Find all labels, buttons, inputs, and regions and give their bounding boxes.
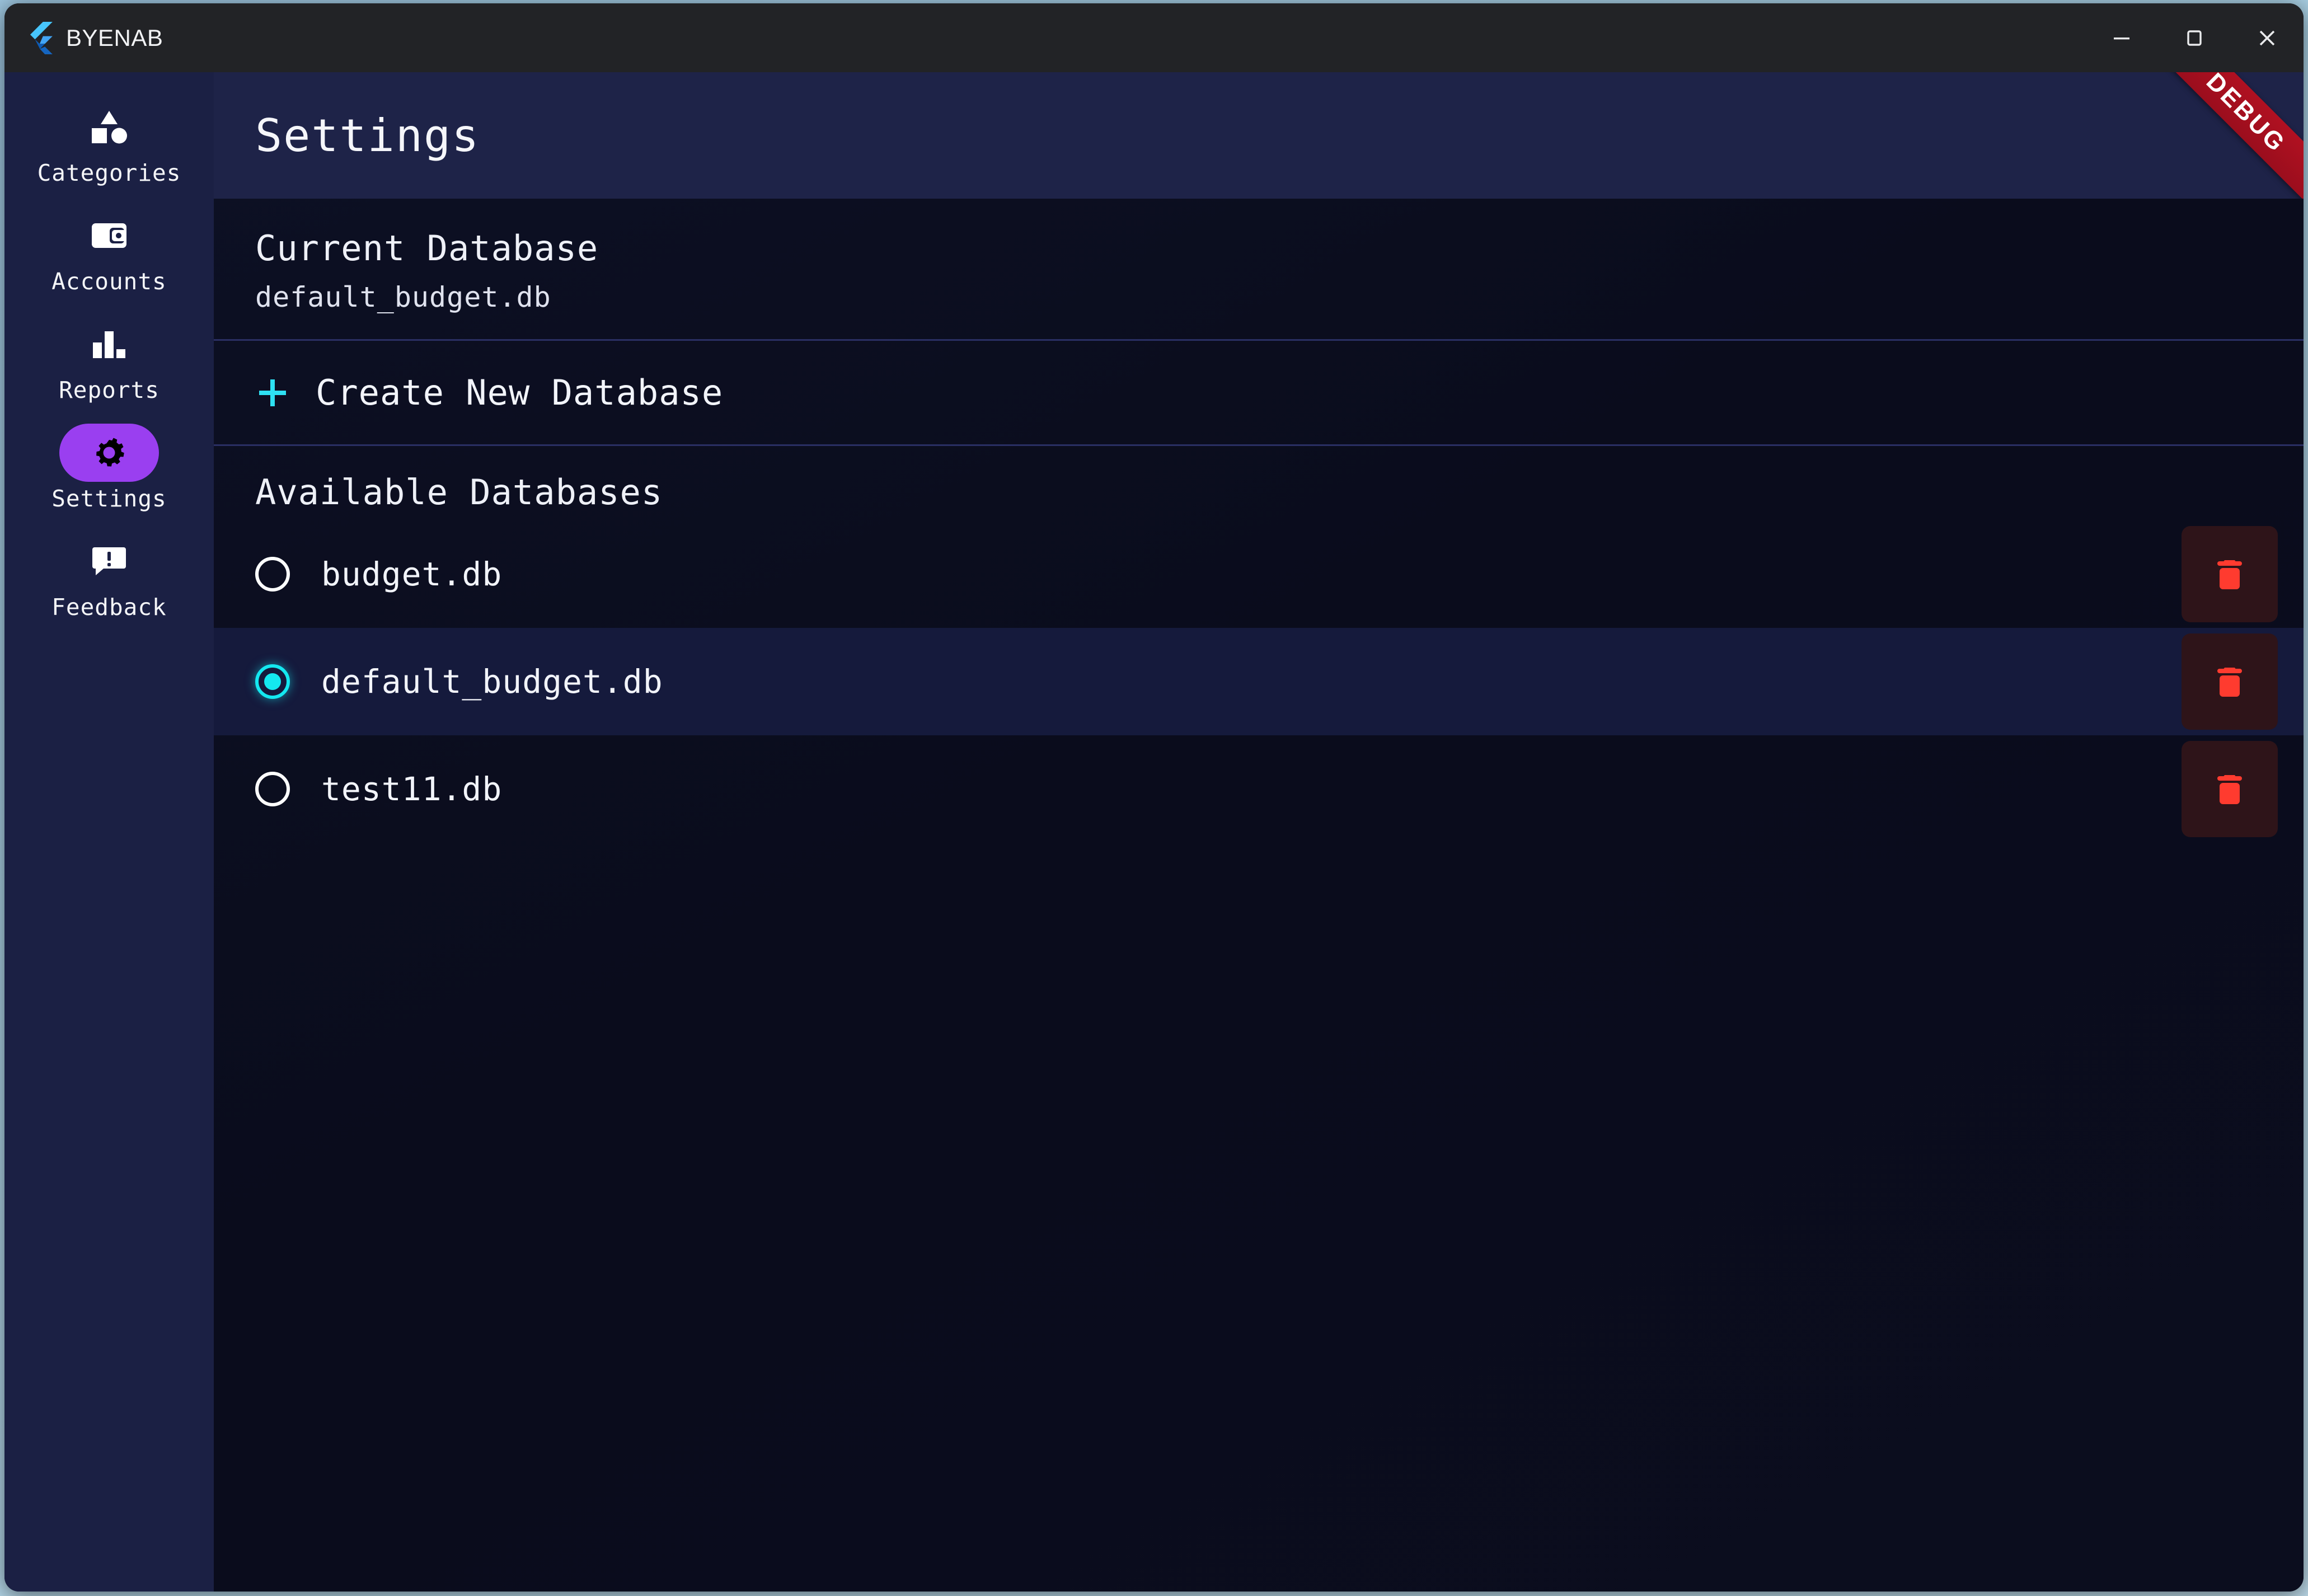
main-content: Settings DEBUG Current Database default_…: [214, 72, 2304, 1592]
settings-pill: [59, 424, 159, 482]
sidebar-item-label: Settings: [51, 485, 167, 512]
bar-chart-icon: [91, 328, 128, 360]
database-row[interactable]: test11.db: [214, 735, 2304, 843]
plus-icon: [255, 375, 290, 410]
radio-button[interactable]: [255, 772, 290, 806]
sidebar-item-label: Accounts: [51, 268, 167, 295]
flutter-logo-icon: [25, 21, 54, 54]
delete-database-button[interactable]: [2182, 526, 2278, 622]
available-databases-heading: Available Databases: [255, 472, 663, 513]
title-bar-left: BYENAB: [4, 21, 163, 54]
current-database-value: default_budget.db: [255, 281, 551, 313]
sidebar-item-label: Categories: [37, 159, 181, 186]
delete-database-button[interactable]: [2182, 741, 2278, 837]
category-icon: [91, 110, 128, 144]
delete-database-button[interactable]: [2182, 633, 2278, 730]
app-title: BYENAB: [66, 24, 163, 51]
debug-banner: DEBUG: [2146, 72, 2304, 199]
radio-button[interactable]: [255, 664, 290, 699]
database-name: test11.db: [321, 770, 503, 808]
accounts-pill: [59, 206, 159, 265]
current-database-heading: Current Database: [255, 228, 599, 269]
close-button[interactable]: [2231, 3, 2304, 72]
radio-button[interactable]: [255, 557, 290, 592]
database-row[interactable]: default_budget.db: [214, 628, 2304, 735]
feedback-icon: [91, 545, 127, 578]
database-row[interactable]: budget.db: [214, 520, 2304, 628]
window-controls: [2085, 3, 2304, 72]
sidebar-item-reports[interactable]: Reports: [4, 304, 214, 412]
current-database-section: Current Database default_budget.db: [214, 199, 2304, 339]
database-name: budget.db: [321, 555, 503, 593]
sidebar-item-label: Feedback: [51, 594, 167, 621]
gear-icon: [92, 435, 126, 470]
create-new-database-label: Create New Database: [316, 372, 724, 413]
window-body: Categories Accounts Reports Settings Fee…: [4, 72, 2304, 1592]
feedback-pill: [59, 532, 159, 590]
sidebar-item-feedback[interactable]: Feedback: [4, 521, 214, 630]
create-new-database-button[interactable]: Create New Database: [214, 341, 2304, 444]
database-name: default_budget.db: [321, 663, 663, 701]
sidebar: Categories Accounts Reports Settings Fee…: [4, 72, 214, 1592]
wallet-icon: [91, 220, 128, 251]
maximize-button[interactable]: [2158, 3, 2231, 72]
page-title: Settings: [255, 109, 480, 162]
sidebar-item-settings[interactable]: Settings: [4, 412, 214, 521]
page-header: Settings DEBUG: [214, 72, 2304, 199]
title-bar: BYENAB: [4, 3, 2304, 72]
sidebar-item-label: Reports: [59, 377, 160, 403]
categories-pill: [59, 98, 159, 156]
sidebar-item-categories[interactable]: Categories: [4, 87, 214, 195]
minimize-button[interactable]: [2085, 3, 2158, 72]
sidebar-item-accounts[interactable]: Accounts: [4, 195, 214, 304]
app-window: BYENAB Categories Accounts Reports Setti…: [4, 3, 2304, 1592]
reports-pill: [59, 315, 159, 373]
desktop-background: BYENAB Categories Accounts Reports Setti…: [0, 0, 2308, 1596]
